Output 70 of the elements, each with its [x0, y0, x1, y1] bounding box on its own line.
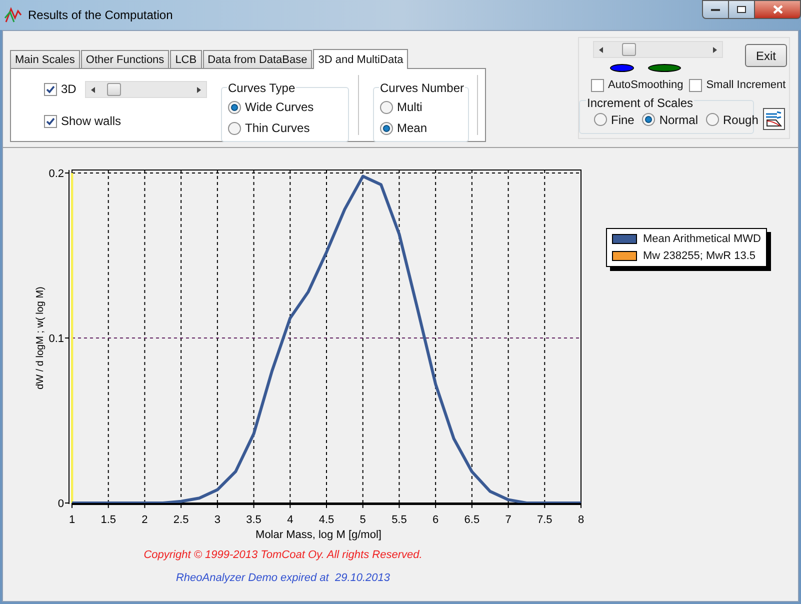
- x-tick-label: 7.5: [537, 514, 552, 526]
- x-tick-label: 1.5: [100, 514, 116, 526]
- radio-button[interactable]: [642, 113, 656, 126]
- y-tick-label: 0: [58, 498, 64, 510]
- slider[interactable]: [593, 41, 723, 58]
- checkbox-label: 3D: [61, 81, 76, 98]
- y-tick-label: 0.2: [48, 168, 64, 180]
- minimize-button[interactable]: [702, 0, 729, 19]
- slider-thumb[interactable]: [107, 82, 122, 96]
- y-axis-title: dW / d logM ; w( log M): [35, 286, 46, 390]
- x-tick-label: 3: [214, 514, 220, 526]
- checkbox-label: Small Increment: [706, 78, 786, 93]
- radio-button[interactable]: [706, 113, 720, 126]
- x-tick-label: 5.5: [392, 514, 407, 526]
- radio-label: Multi: [397, 99, 422, 116]
- window-title: Results of the Computation: [28, 7, 173, 24]
- wrench-chart-icon: [765, 110, 783, 128]
- legend-label: Mw 238255; MwR 13.5: [643, 248, 756, 264]
- checkbox[interactable]: [44, 114, 57, 128]
- x-tick-label: 1: [68, 514, 76, 526]
- x-tick-label: 4.5: [318, 514, 334, 526]
- exit-button[interactable]: Exit: [745, 44, 787, 67]
- radio-button[interactable]: [228, 100, 241, 114]
- close-icon: [772, 5, 782, 14]
- x-tick-label: 6: [432, 514, 439, 526]
- x-tick-label: 4: [287, 514, 294, 526]
- checkbox[interactable]: [689, 78, 702, 92]
- legend-label: Mean Arithmetical MWD: [643, 232, 761, 247]
- checkbox-label: AutoSmoothing: [608, 78, 684, 93]
- radio-button[interactable]: [594, 113, 607, 126]
- demo-expiry-text: RheoAnalyzer Demo expired at 29.10.2013: [174, 570, 392, 586]
- x-tick-label: 2: [142, 514, 148, 526]
- right-arrow-icon: [713, 47, 717, 53]
- tab[interactable]: 3D and MultiData: [313, 49, 408, 69]
- radio-button[interactable]: [228, 122, 241, 134]
- copyright-text: Copyright © 1999-2013 TomCoat Oy. All rights Reserved.: [142, 548, 424, 563]
- left-arrow-icon: [599, 47, 603, 53]
- radio-label: Normal: [659, 112, 698, 128]
- tool-button[interactable]: [763, 108, 785, 130]
- checkbox-label: Show walls: [61, 113, 122, 130]
- app-logo-icon: [4, 6, 22, 24]
- x-tick-label: 2.5: [173, 514, 189, 526]
- x-tick-label: 3.5: [246, 514, 262, 526]
- tab[interactable]: Other Functions: [80, 50, 170, 68]
- radio-label: Mean: [397, 120, 428, 137]
- checkbox[interactable]: [591, 78, 604, 92]
- checkbox[interactable]: [44, 82, 57, 96]
- color-swatch[interactable]: [648, 64, 681, 72]
- slider[interactable]: [85, 80, 208, 98]
- radio-label: Thin Curves: [245, 120, 310, 137]
- color-swatch[interactable]: [610, 64, 634, 72]
- tab[interactable]: Main Scales: [10, 50, 80, 68]
- x-axis-title: Molar Mass, log M [g/mol]: [256, 529, 382, 541]
- x-tick-label: 6.5: [464, 514, 480, 526]
- tab[interactable]: Data from DataBase: [202, 50, 312, 68]
- left-arrow-icon: [91, 86, 96, 92]
- radio-button[interactable]: [380, 122, 393, 134]
- radio-label: Wide Curves: [245, 99, 314, 116]
- radio-button[interactable]: [380, 100, 393, 114]
- x-tick-label: 7: [505, 514, 512, 526]
- tab[interactable]: LCB: [170, 50, 202, 68]
- slider-thumb[interactable]: [622, 43, 636, 56]
- radio-label: Fine: [611, 112, 634, 128]
- y-tick-label: 0.1: [48, 333, 64, 345]
- x-tick-label: 5: [360, 514, 366, 526]
- right-arrow-icon: [197, 86, 202, 92]
- close-button[interactable]: [755, 0, 801, 19]
- x-tick-label: 8: [578, 514, 584, 526]
- radio-label: Rough: [723, 112, 758, 128]
- maximize-button[interactable]: [729, 0, 755, 19]
